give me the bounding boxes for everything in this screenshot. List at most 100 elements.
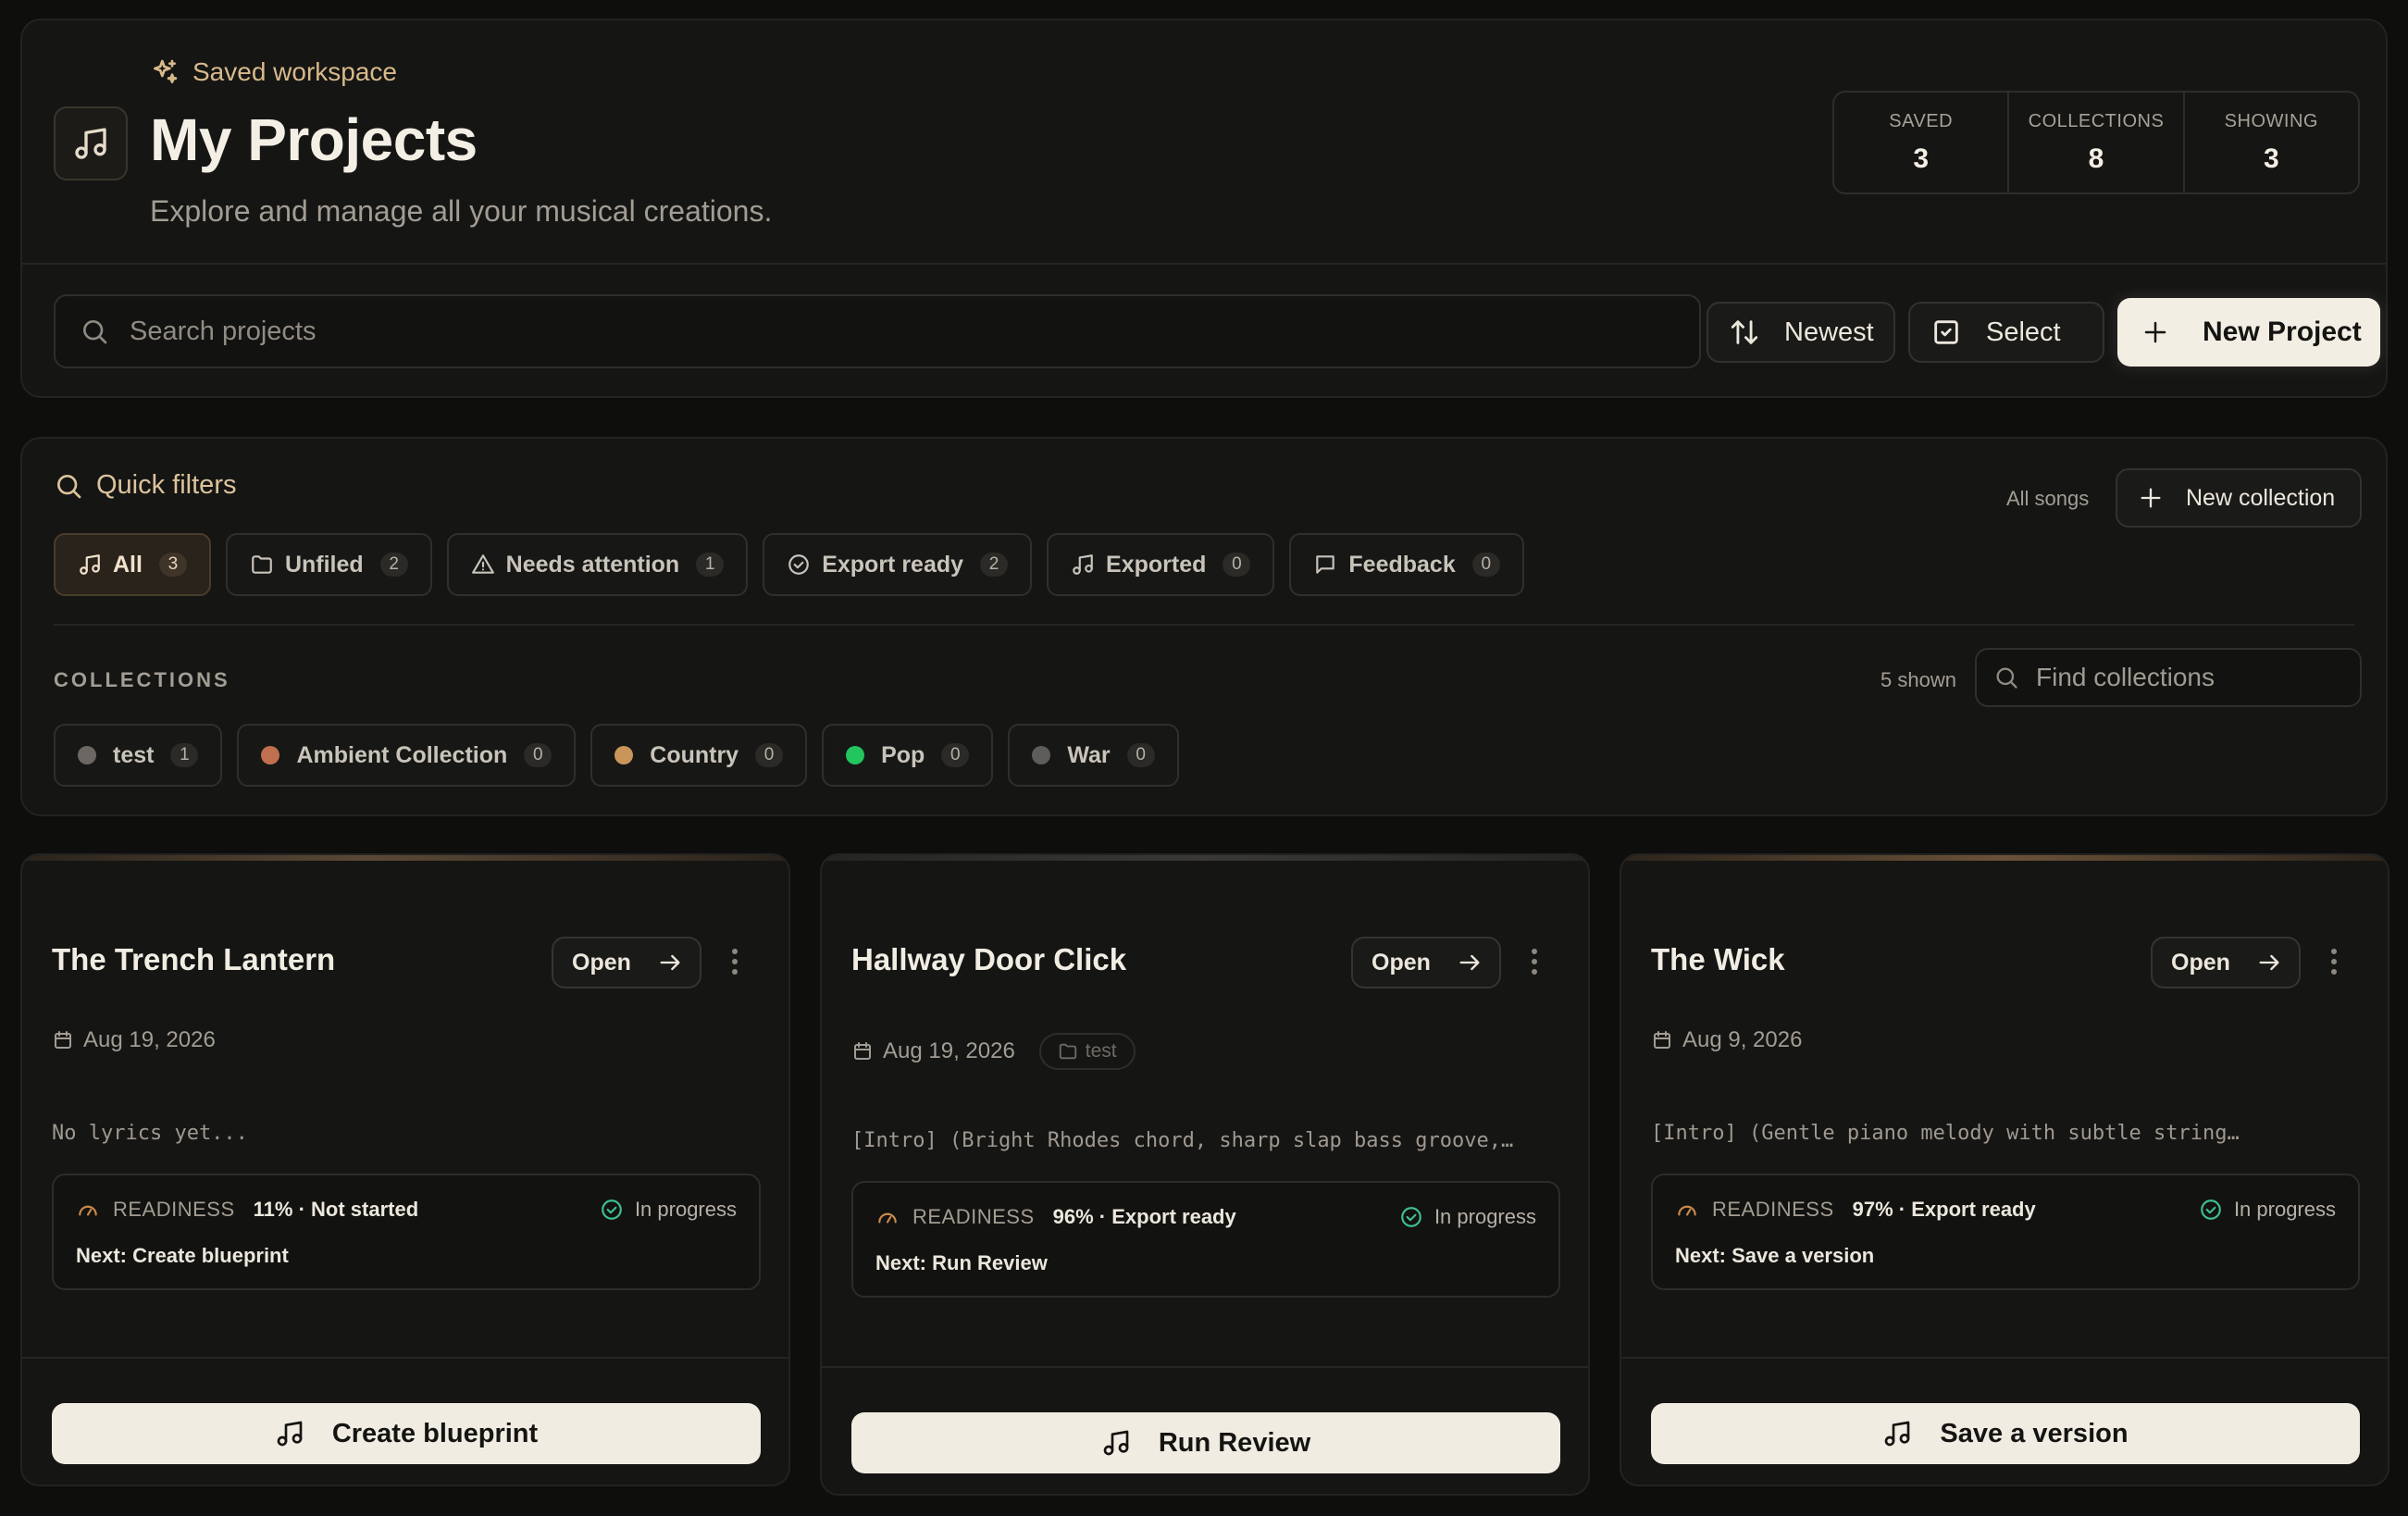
save-version-button[interactable]: Save a version: [1651, 1403, 2360, 1464]
eyebrow: Saved workspace: [150, 57, 397, 87]
chip-count: 1: [170, 743, 199, 767]
new-collection-button[interactable]: New collection: [2116, 468, 2362, 528]
collection-color-dot: [614, 746, 634, 764]
music-note-icon: [275, 1419, 304, 1448]
status-badge: In progress: [2199, 1198, 2336, 1222]
collection-chip-pop[interactable]: Pop 0: [822, 724, 994, 787]
readiness-value: 11% · Not started: [253, 1198, 419, 1221]
next-step: Next: Run Review: [875, 1251, 1048, 1274]
date-label: Aug 19, 2026: [83, 1027, 216, 1052]
search-icon: [1993, 665, 2019, 690]
readiness-value: 97% · Export ready: [1852, 1198, 2036, 1221]
project-title: Hallway Door Click: [851, 942, 1127, 976]
chip-label: Export ready: [822, 551, 964, 578]
card-accent-bar: [22, 855, 788, 861]
chip-count: 2: [379, 553, 408, 577]
search-box[interactable]: [54, 294, 1701, 368]
sort-label: Newest: [1784, 317, 1874, 347]
search-icon: [54, 471, 83, 501]
filters-panel: Quick filters All songs New collection A…: [20, 437, 2388, 816]
collection-chip-country[interactable]: Country 0: [590, 724, 808, 787]
search-input[interactable]: [130, 316, 1610, 347]
collection-tag-label: test: [1085, 1040, 1117, 1062]
sort-icon: [1729, 317, 1760, 348]
filter-chip-exported[interactable]: Exported 0: [1047, 533, 1275, 596]
sort-button[interactable]: Newest: [1707, 302, 1895, 363]
search-icon: [80, 317, 109, 346]
filter-chip-export-ready[interactable]: Export ready 2: [763, 533, 1033, 596]
calendar-icon: [52, 1029, 74, 1051]
quick-filters-label: Quick filters: [96, 470, 237, 500]
filter-chip-needs-attention[interactable]: Needs attention 1: [446, 533, 749, 596]
chip-label: Feedback: [1348, 551, 1456, 578]
gauge-icon: [875, 1205, 900, 1229]
project-card[interactable]: Hallway Door Click Open Aug 19, 2026 tes…: [820, 853, 1590, 1496]
check-circle-icon: [1399, 1205, 1423, 1229]
collections-shown-count: 5 shown: [1880, 668, 1956, 691]
create-blueprint-button[interactable]: Create blueprint: [52, 1403, 761, 1464]
stat-value: 8: [2088, 143, 2104, 174]
divider: [22, 1357, 788, 1359]
stats-panel: SAVED 3 COLLECTIONS 8 SHOWING 3: [1832, 91, 2360, 194]
music-note-icon: [1071, 553, 1095, 577]
stat-showing: SHOWING 3: [2182, 93, 2358, 193]
open-button[interactable]: Open: [2151, 937, 2301, 988]
collection-tag[interactable]: test: [1038, 1033, 1136, 1070]
chip-label: Country: [650, 741, 739, 768]
folder-icon: [250, 553, 274, 577]
readiness-panel: READINESS 11% · Not started In progress …: [52, 1174, 761, 1290]
find-collections-input[interactable]: [2036, 663, 2341, 692]
card-accent-bar: [822, 855, 1588, 861]
divider: [1621, 1357, 2388, 1359]
chip-label: Pop: [881, 741, 925, 768]
page-title: My Projects: [150, 106, 478, 173]
arrow-right-icon: [2256, 950, 2282, 975]
more-options-icon[interactable]: [731, 948, 739, 975]
run-review-button[interactable]: Run Review: [851, 1412, 1560, 1473]
collection-chip-test[interactable]: test 1: [54, 724, 223, 787]
select-label: Select: [1986, 317, 2061, 347]
lyrics-preview: [Intro] (Bright Rhodes chord, sharp slap…: [851, 1129, 1514, 1152]
find-collections-box[interactable]: [1975, 648, 2362, 707]
readiness-label: READINESS: [1712, 1198, 1834, 1221]
open-button[interactable]: Open: [552, 937, 701, 988]
message-icon: [1313, 553, 1337, 577]
stat-label: SAVED: [1889, 110, 1954, 131]
chip-count: 2: [980, 553, 1009, 577]
filter-chip-feedback[interactable]: Feedback 0: [1289, 533, 1524, 596]
check-circle-icon: [600, 1198, 624, 1222]
next-step: Next: Create blueprint: [76, 1244, 289, 1267]
divider: [822, 1366, 1588, 1368]
open-label: Open: [2171, 949, 2230, 975]
collection-chip-war[interactable]: War 0: [1008, 724, 1179, 787]
new-collection-label: New collection: [2186, 484, 2336, 511]
calendar-icon: [851, 1040, 874, 1062]
check-circle-icon: [787, 553, 811, 577]
chip-label: test: [113, 741, 155, 768]
open-button[interactable]: Open: [1351, 937, 1501, 988]
readiness-label: READINESS: [912, 1205, 1035, 1228]
collection-color-dot: [1032, 746, 1051, 764]
arrow-right-icon: [1457, 950, 1483, 975]
status-badge: In progress: [1399, 1205, 1536, 1229]
collection-chip-ambient[interactable]: Ambient Collection 0: [237, 724, 577, 787]
check-circle-icon: [2199, 1198, 2223, 1222]
all-songs-label: All songs: [2006, 487, 2090, 510]
header-panel: Saved workspace My Projects Explore and …: [20, 19, 2388, 398]
new-project-button[interactable]: New Project: [2117, 298, 2380, 367]
filter-chip-all[interactable]: All 3: [54, 533, 211, 596]
chip-label: Exported: [1106, 551, 1207, 578]
stat-saved: SAVED 3: [1834, 93, 2007, 193]
new-project-label: New Project: [2203, 317, 2362, 347]
filter-chip-unfiled[interactable]: Unfiled 2: [225, 533, 432, 596]
music-note-icon: [78, 553, 102, 577]
more-options-icon[interactable]: [1531, 948, 1538, 975]
date-label: Aug 19, 2026: [883, 1038, 1015, 1063]
select-button[interactable]: Select: [1908, 302, 2104, 363]
date-label: Aug 9, 2026: [1682, 1027, 1803, 1052]
more-options-icon[interactable]: [2330, 948, 2338, 975]
project-card[interactable]: The Wick Open Aug 9, 2026 [Intro] (Gentl…: [1620, 853, 2389, 1486]
stat-value: 3: [2263, 143, 2279, 174]
project-card[interactable]: The Trench Lantern Open Aug 19, 2026 No …: [20, 853, 790, 1486]
sparkles-icon: [150, 57, 180, 87]
